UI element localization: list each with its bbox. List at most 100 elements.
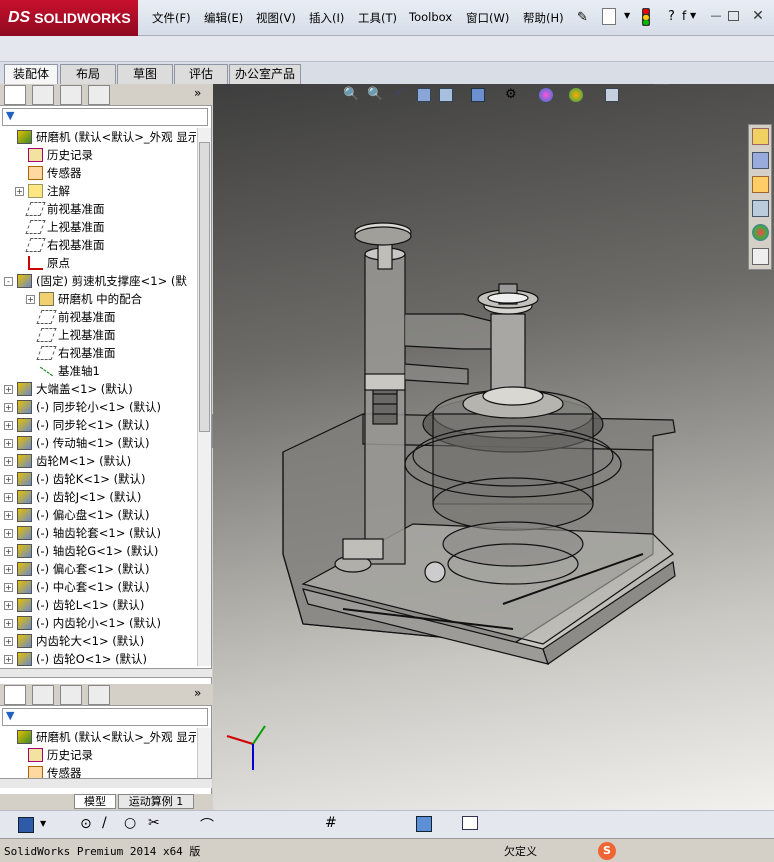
tab-evaluate[interactable]: 评估 [174, 64, 228, 84]
expand-panel-lower-icon[interactable]: » [194, 686, 201, 700]
tree-item[interactable]: 历史记录 [0, 746, 196, 764]
tree-item[interactable]: 右视基准面 [0, 344, 196, 362]
tree-item[interactable]: + (-) 传动轴<1> (默认) [0, 434, 196, 452]
expand-icon[interactable]: + [4, 601, 13, 610]
save-dropdown-icon[interactable]: ▼ [40, 819, 46, 828]
tree-item[interactable]: + (-) 同步轮<1> (默认) [0, 416, 196, 434]
tree-item[interactable]: + 齿轮M<1> (默认) [0, 452, 196, 470]
tree-item[interactable]: 原点 [0, 254, 196, 272]
expand-icon[interactable]: + [4, 457, 13, 466]
tree-item[interactable]: 研磨机 (默认<默认>_外观 显示 [0, 128, 196, 146]
collapse-icon[interactable]: - [4, 277, 13, 286]
tree-item[interactable]: + 内齿轮大<1> (默认) [0, 632, 196, 650]
help-more-icon[interactable]: f [682, 9, 686, 23]
tree-item[interactable]: + (-) 同步轮小<1> (默认) [0, 398, 196, 416]
expand-icon[interactable]: + [4, 439, 13, 448]
expand-icon[interactable]: + [15, 187, 24, 196]
solidworks-logo[interactable]: DS SOLIDWORKS [0, 0, 138, 36]
menu-toolbox[interactable]: Toolbox [409, 10, 452, 24]
tree-item[interactable]: 上视基准面 [0, 326, 196, 344]
table-icon[interactable] [462, 816, 478, 830]
tree-scrollbar-lower[interactable] [197, 728, 211, 778]
tree-item[interactable]: + (-) 轴齿轮G<1> (默认) [0, 542, 196, 560]
tab-property-manager-lower[interactable] [32, 685, 54, 705]
expand-icon[interactable]: + [4, 583, 13, 592]
tree-scrollbar-thumb[interactable] [199, 142, 210, 432]
expand-icon[interactable]: + [4, 565, 13, 574]
tree-item[interactable]: + (-) 偏心盘<1> (默认) [0, 506, 196, 524]
tree-item[interactable]: + (-) 齿轮O<1> (默认) [0, 650, 196, 666]
expand-icon[interactable]: + [4, 475, 13, 484]
tree-scrollbar[interactable] [197, 128, 211, 666]
tab-configuration-manager-lower[interactable] [60, 685, 82, 705]
menu-window[interactable]: 窗口(W) [466, 10, 509, 26]
tree-item[interactable]: + (-) 中心套<1> (默认) [0, 578, 196, 596]
expand-icon[interactable]: + [4, 547, 13, 556]
tree-item[interactable]: 上视基准面 [0, 218, 196, 236]
minimize-icon[interactable]: — [708, 9, 724, 23]
tab-property-manager[interactable] [32, 85, 54, 105]
input-method-icon[interactable]: S [598, 842, 616, 860]
tree-item[interactable]: + 大端盖<1> (默认) [0, 380, 196, 398]
tree-item[interactable]: + (-) 齿轮J<1> (默认) [0, 488, 196, 506]
menu-edit[interactable]: 编辑(E) [204, 10, 243, 26]
tab-display-manager-lower[interactable] [88, 685, 110, 705]
tree-item[interactable]: 右视基准面 [0, 236, 196, 254]
tree-item[interactable]: + (-) 内齿轮小<1> (默认) [0, 614, 196, 632]
tree-item[interactable]: + (-) 偏心套<1> (默认) [0, 560, 196, 578]
new-document-icon[interactable] [602, 8, 616, 25]
tab-model[interactable]: 模型 [74, 794, 116, 809]
tree-item[interactable]: + (-) 齿轮K<1> (默认) [0, 470, 196, 488]
trim-icon[interactable]: ✂ [148, 815, 160, 831]
rebuild-light-icon[interactable] [642, 8, 650, 26]
view-cube-icon[interactable] [416, 816, 432, 832]
pin-icon[interactable]: ✎ [577, 10, 588, 25]
tree-item[interactable]: + 研磨机 中的配合 [0, 290, 196, 308]
expand-icon[interactable]: + [4, 421, 13, 430]
help-dropdown-icon[interactable]: ▼ [690, 11, 696, 20]
tab-assembly[interactable]: 装配体 [4, 64, 58, 85]
tree-item[interactable]: 研磨机 (默认<默认>_外观 显示 [0, 728, 196, 746]
help-icon[interactable]: ? [668, 9, 675, 24]
graphics-area[interactable]: 🔍 🔍 ↶ ⚙ [213, 84, 774, 810]
expand-icon[interactable]: + [4, 655, 13, 664]
menu-help[interactable]: 帮助(H) [523, 10, 564, 26]
menu-tools[interactable]: 工具(T) [358, 10, 397, 26]
tree-item[interactable]: + (-) 轴齿轮套<1> (默认) [0, 524, 196, 542]
circle-icon[interactable]: ○ [124, 815, 136, 831]
tab-office-products[interactable]: 办公室产品 [229, 64, 301, 84]
tab-feature-tree[interactable] [4, 85, 26, 105]
menu-insert[interactable]: 插入(I) [309, 10, 344, 26]
tab-motion-study[interactable]: 运动算例 1 [118, 794, 194, 809]
expand-icon[interactable]: + [4, 403, 13, 412]
tree-filter-field-lower[interactable]: ▼ [2, 708, 208, 726]
line-icon[interactable]: / [102, 815, 107, 831]
tree-item[interactable]: 传感器 [0, 764, 196, 778]
expand-icon[interactable]: + [4, 529, 13, 538]
tree-item[interactable]: 前视基准面 [0, 200, 196, 218]
expand-icon[interactable]: + [4, 493, 13, 502]
tree-item[interactable]: 基准轴1 [0, 362, 196, 380]
tab-sketch[interactable]: 草图 [117, 64, 173, 84]
expand-icon[interactable]: + [4, 385, 13, 394]
tree-item[interactable]: - (固定) 剪速机支撑座<1> (默 [0, 272, 196, 290]
expand-icon[interactable]: + [4, 637, 13, 646]
point-icon[interactable]: ⊙ [80, 816, 92, 832]
tab-display-manager[interactable] [88, 85, 110, 105]
tree-item[interactable]: 前视基准面 [0, 308, 196, 326]
expand-panel-icon[interactable]: » [194, 86, 201, 100]
tab-configuration-manager[interactable] [60, 85, 82, 105]
tab-feature-tree-lower[interactable] [4, 685, 26, 705]
grid-icon[interactable]: # [325, 815, 337, 831]
menu-view[interactable]: 视图(V) [256, 10, 296, 26]
menu-file[interactable]: 文件(F) [152, 10, 191, 26]
tree-item[interactable]: + 注解 [0, 182, 196, 200]
horizontal-scrollbar[interactable] [0, 668, 212, 678]
expand-icon[interactable]: + [4, 511, 13, 520]
tree-filter-field[interactable]: ▼ [2, 108, 208, 126]
tree-item[interactable]: + (-) 齿轮L<1> (默认) [0, 596, 196, 614]
restore-icon[interactable] [728, 11, 739, 21]
tree-item[interactable]: 历史记录 [0, 146, 196, 164]
expand-icon[interactable]: + [4, 619, 13, 628]
new-dropdown-icon[interactable]: ▼ [624, 11, 630, 20]
